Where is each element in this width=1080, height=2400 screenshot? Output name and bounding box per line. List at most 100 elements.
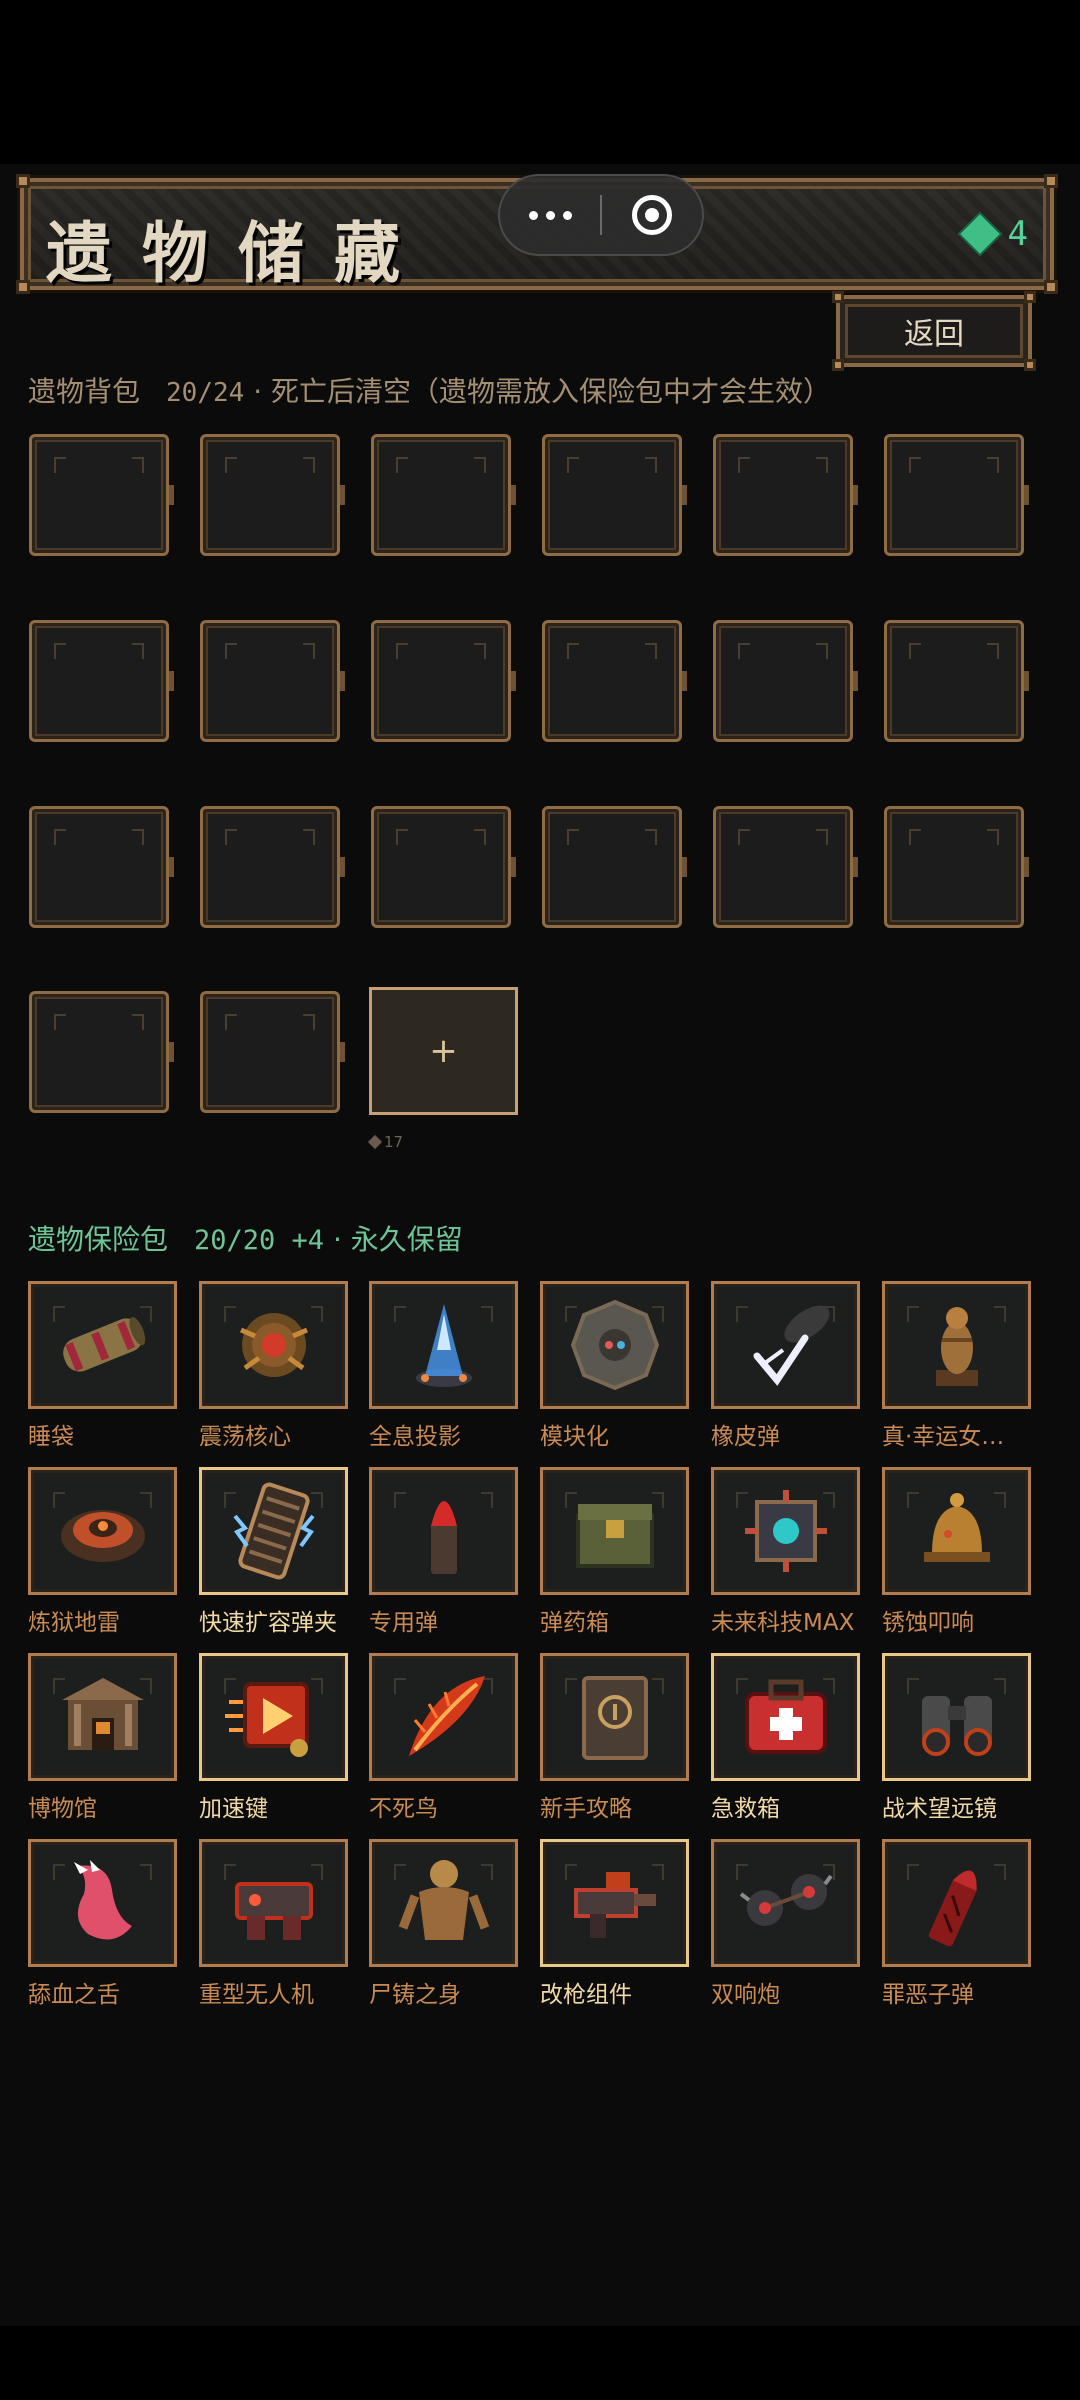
relic-item[interactable] (882, 1467, 1031, 1595)
relic-item[interactable] (540, 1281, 689, 1409)
tongue-icon (73, 1860, 132, 1940)
bag-slot[interactable] (200, 620, 345, 742)
vault-title: 遗物保险包 (28, 1223, 169, 1256)
slot-knob (169, 671, 174, 691)
lucky-statue-icon (935, 1307, 978, 1386)
bag-note: · 死亡后清空（遗物需放入保险包中才会生效） (253, 375, 832, 408)
bottom-band (0, 2326, 1080, 2400)
add-slot-cost-value: 17 (384, 1133, 404, 1151)
bag-slot[interactable] (200, 991, 345, 1113)
relic-item[interactable] (540, 1467, 689, 1595)
slot-knob (169, 1042, 174, 1062)
bag-slot[interactable] (542, 806, 687, 928)
special-bullet-icon (430, 1501, 457, 1574)
heavy-drone-icon (234, 1882, 313, 1940)
bag-slot[interactable] (29, 806, 174, 928)
relic-item[interactable] (199, 1839, 348, 1967)
first-aid-icon (744, 1679, 827, 1754)
relic-label: 快速扩容弹夹 (199, 1610, 337, 1636)
add-slot-cost: 17 (367, 1133, 404, 1151)
bag-slot[interactable] (29, 434, 174, 556)
relic-label: 重型无人机 (199, 1982, 314, 2008)
bag-slot[interactable] (371, 620, 516, 742)
relic-item[interactable] (28, 1467, 177, 1595)
relic-label: 双响炮 (711, 1982, 780, 2008)
relic-item[interactable] (711, 1281, 860, 1409)
slot-knob (853, 485, 858, 505)
relic-item[interactable] (711, 1653, 860, 1781)
slot-knob (1024, 485, 1029, 505)
relic-item[interactable] (540, 1839, 689, 1967)
bag-title: 遗物背包 (28, 375, 141, 408)
bag-slot[interactable] (713, 620, 858, 742)
bag-slot[interactable] (29, 991, 174, 1113)
bag-slot[interactable] (200, 806, 345, 928)
relic-item[interactable] (711, 1467, 860, 1595)
relic-label: 急救箱 (711, 1796, 780, 1822)
relic-item[interactable] (199, 1281, 348, 1409)
slot-knob (511, 671, 516, 691)
rubber-bullet-icon (753, 1305, 830, 1386)
back-button[interactable]: 返回 (832, 291, 1036, 371)
shock-core-icon (239, 1313, 308, 1377)
relic-item[interactable] (28, 1281, 177, 1409)
bag-slot[interactable] (542, 620, 687, 742)
slot-knob (340, 671, 345, 691)
relic-item[interactable] (28, 1653, 177, 1781)
relic-item[interactable] (369, 1467, 518, 1595)
relic-label: 震荡核心 (199, 1424, 291, 1450)
slot-knob (853, 857, 858, 877)
speed-key-icon (224, 1682, 309, 1757)
relic-item[interactable] (882, 1281, 1031, 1409)
bag-slot[interactable] (542, 434, 687, 556)
bag-slot[interactable] (884, 806, 1029, 928)
gun-mod-icon (573, 1872, 656, 1938)
sleeping-bag-icon (62, 1317, 145, 1372)
relic-item[interactable] (28, 1839, 177, 1967)
frame-corner (16, 174, 30, 188)
relic-item[interactable] (369, 1839, 518, 1967)
slot-knob (853, 671, 858, 691)
bag-slot[interactable] (884, 620, 1029, 742)
relic-item[interactable] (711, 1839, 860, 1967)
relic-item[interactable] (199, 1653, 348, 1781)
hologram-icon (415, 1304, 472, 1387)
modular-icon (570, 1299, 659, 1391)
bag-slot[interactable] (713, 806, 858, 928)
bag-slot[interactable] (29, 620, 174, 742)
double-bomb-icon (739, 1874, 833, 1926)
relic-label: 罪恶子弹 (882, 1982, 974, 2008)
landmine-icon (60, 1510, 145, 1562)
relic-label: 改枪组件 (540, 1982, 632, 2008)
more-options-icon[interactable] (500, 210, 600, 220)
page-title: 遗物储藏 (46, 215, 430, 292)
slot-knob (340, 857, 345, 877)
bag-slot[interactable] (200, 434, 345, 556)
relic-label: 尸铸之身 (369, 1982, 461, 2008)
corpse-body-icon (398, 1860, 489, 1940)
relic-label: 新手攻略 (540, 1796, 632, 1822)
slot-knob (340, 1042, 345, 1062)
relic-label: 弹药箱 (540, 1610, 609, 1636)
slot-knob (340, 485, 345, 505)
relic-item[interactable] (199, 1467, 348, 1595)
bag-slot[interactable] (371, 806, 516, 928)
frame-corner (1044, 174, 1058, 188)
rusted-bell-icon (923, 1493, 990, 1562)
relic-label: 舔血之舌 (28, 1982, 120, 2008)
relic-item[interactable] (369, 1281, 518, 1409)
relic-item[interactable] (882, 1653, 1031, 1781)
slot-knob (682, 485, 687, 505)
relic-item[interactable] (540, 1653, 689, 1781)
bag-slot[interactable] (713, 434, 858, 556)
relic-item[interactable] (369, 1653, 518, 1781)
relic-label: 战术望远镜 (882, 1796, 997, 1822)
close-mini-program-icon[interactable] (602, 195, 702, 235)
add-slot-button[interactable]: + (369, 987, 518, 1115)
slot-knob (1024, 857, 1029, 877)
bag-slot[interactable] (371, 434, 516, 556)
relic-item[interactable] (882, 1839, 1031, 1967)
bag-slot[interactable] (884, 434, 1029, 556)
relic-label: 不死鸟 (369, 1796, 438, 1822)
gem-icon (959, 214, 1000, 254)
